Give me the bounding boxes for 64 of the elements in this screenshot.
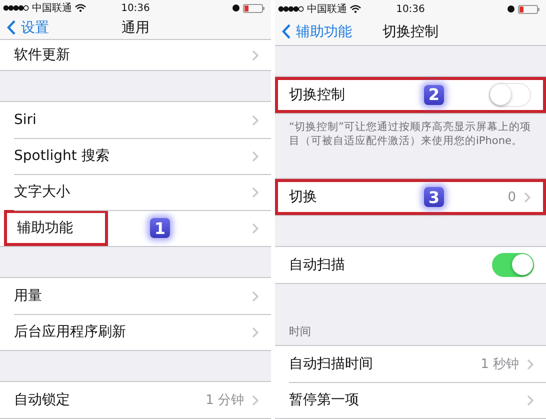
settings-row[interactable]: 软件更新 <box>0 40 271 70</box>
row-value: 0 <box>508 190 516 204</box>
back-icon <box>282 24 291 40</box>
signal-icon <box>278 6 304 12</box>
battery-icon <box>518 4 540 14</box>
settings-row[interactable]: 切换控制 2 <box>275 76 546 113</box>
settings-row[interactable]: 用量 <box>0 278 271 314</box>
wifi-icon <box>75 4 86 12</box>
chevron-icon <box>527 358 534 370</box>
wifi-icon <box>350 5 361 14</box>
chevron-icon <box>252 222 259 234</box>
row-label: 用量 <box>14 287 42 305</box>
step-number-badge: 3 <box>424 187 444 207</box>
row-label: 软件更新 <box>14 46 70 64</box>
settings-row[interactable]: 暂停第一项 <box>275 382 546 418</box>
back-icon <box>7 20 16 36</box>
row-label: Spotlight 搜索 <box>14 147 110 165</box>
chevron-icon <box>524 192 531 202</box>
row-value: 1 秒钟 <box>480 356 519 373</box>
settings-row[interactable]: Spotlight 搜索 <box>0 138 271 174</box>
carrier-name: 中国联通 <box>307 2 347 16</box>
row-label: 自动扫描 <box>289 256 345 274</box>
step-number-badge: 1 <box>150 218 170 238</box>
carrier-name: 中国联通 <box>32 2 72 16</box>
row-label: 后台应用程序刷新 <box>14 323 126 341</box>
row-label: 自动扫描时间 <box>289 355 373 373</box>
chevron-icon <box>252 290 259 302</box>
back-button[interactable]: 设置 <box>0 18 49 37</box>
alarm-icon <box>232 4 240 12</box>
row-label: 自动锁定 <box>14 391 70 409</box>
row-label: 切换控制 <box>289 86 345 104</box>
chevron-icon <box>252 394 259 406</box>
chevron-icon <box>252 50 259 60</box>
screen-title: 通用 <box>122 18 150 37</box>
settings-row[interactable]: 辅助功能 1 <box>0 210 271 246</box>
settings-row[interactable]: 自动扫描 <box>275 247 546 283</box>
step-number-badge: 2 <box>424 84 444 105</box>
row-label: 暂停第一项 <box>289 391 359 409</box>
row-label: 文字大小 <box>14 183 70 201</box>
settings-row[interactable]: 文字大小 <box>0 174 271 210</box>
chevron-icon <box>252 326 259 338</box>
alarm-icon <box>507 5 515 14</box>
settings-row[interactable]: 自动扫描时间 1 秒钟 <box>275 346 546 382</box>
row-value: 1 分钟 <box>206 392 244 409</box>
clock-time: 10:36 <box>121 2 150 14</box>
row-label: 辅助功能 <box>4 210 108 246</box>
battery-icon <box>243 4 265 13</box>
settings-row[interactable]: 切换 3 0 <box>275 179 546 215</box>
section-header: 时间 <box>288 324 312 340</box>
row-label: 切换 <box>289 188 317 206</box>
chevron-icon <box>527 394 534 406</box>
clock-time: 10:36 <box>396 4 425 15</box>
toggle-switch[interactable] <box>492 253 534 277</box>
settings-row[interactable]: Siri <box>0 102 271 138</box>
signal-icon <box>3 5 29 12</box>
screen-title: 切换控制 <box>382 22 438 41</box>
back-button[interactable]: 辅助功能 <box>275 22 352 41</box>
settings-row[interactable]: 自动锁定 1 分钟 <box>0 382 271 418</box>
settings-row[interactable]: 后台应用程序刷新 <box>0 314 271 350</box>
chevron-icon <box>252 150 259 162</box>
row-label: Siri <box>14 112 36 128</box>
chevron-icon <box>252 186 259 198</box>
section-footer-text: “切换控制”可让您通过按顺序高亮显示屏幕上的项目（可被自适应配件激活）来使用您的iPhone。 <box>288 120 532 148</box>
chevron-icon <box>252 114 259 126</box>
